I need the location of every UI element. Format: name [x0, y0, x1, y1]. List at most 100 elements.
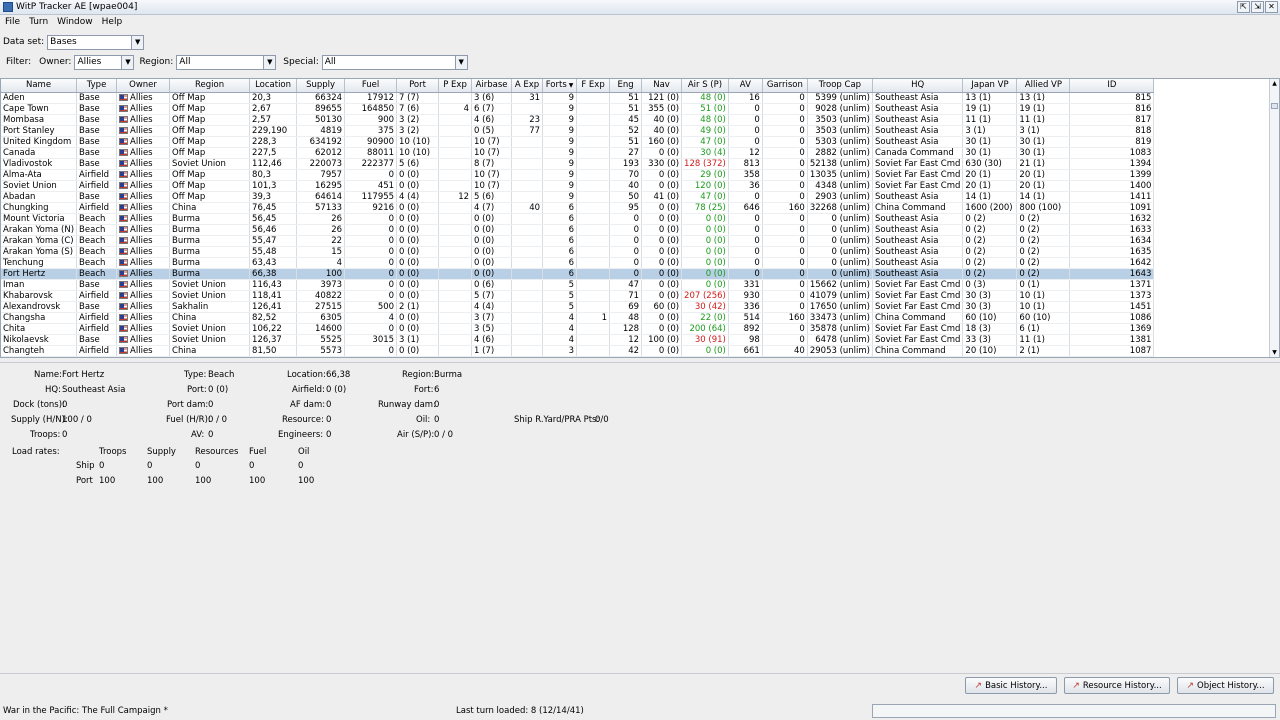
table-row[interactable]: Chihkiang Airfield Allies China 78,50 6 0 0 (0)… [1, 356, 1155, 358]
column-header-nav[interactable]: Nav [641, 79, 683, 93]
table-row[interactable]: Abadan Base Allies Off Map 39,3 64614 117955 4 … [1, 191, 1155, 203]
column-header-id[interactable]: ID [1069, 79, 1155, 93]
menu-help[interactable]: Help [102, 17, 123, 27]
maximize-icon[interactable]: ⇲ [1251, 1, 1264, 13]
cell-text: 0 [754, 125, 760, 136]
cell-airbase: 0 (0) [471, 257, 513, 269]
menu-window[interactable]: Window [57, 17, 93, 27]
column-header-garrison[interactable]: Garrison [762, 79, 808, 93]
table-row[interactable]: Fort Hertz Beach Allies Burma 66,38 100 0 0 (0)… [1, 268, 1155, 280]
scroll-down-icon[interactable]: ▼ [1270, 348, 1279, 357]
cell-troop-cap: 17650 (unlim) [807, 301, 874, 313]
cell-text: 9216 [372, 202, 395, 213]
cell-region: Burma [169, 246, 251, 258]
close-icon[interactable]: ✕ [1265, 1, 1278, 13]
cell-text: 63,43 [252, 257, 277, 268]
table-row[interactable]: Port Stanley Base Allies Off Map 229,190 4819… [1, 125, 1155, 137]
column-header-name[interactable]: Name [1, 79, 78, 93]
table-row[interactable]: Arakan Yoma (C) Beach Allies Burma 55,47 22 0 0… [1, 235, 1155, 247]
cell-nav: 0 (0) [641, 224, 683, 236]
cell-text: 10 (7) [474, 180, 500, 191]
table-row[interactable]: Arakan Yoma (N) Beach Allies Burma 56,46 26 0 0… [1, 224, 1155, 236]
column-header-supply[interactable]: Supply [296, 79, 346, 93]
resource-history-button[interactable]: ↗ Resource History... [1064, 677, 1170, 694]
table-row[interactable]: Chita Airfield Allies Soviet Union 106,22 146… [1, 323, 1155, 335]
column-header-fuel[interactable]: Fuel [344, 79, 398, 93]
cell-region: Soviet Union [169, 279, 251, 291]
table-row[interactable]: Alma-Ata Airfield Allies Off Map 80,3 7957 0 0 … [1, 169, 1155, 181]
table-row[interactable]: Khabarovsk Airfield Allies Soviet Union 118,… [1, 290, 1155, 302]
table-row[interactable]: Mount Victoria Beach Allies Burma 56,45 26 0 0 … [1, 213, 1155, 225]
owner-select[interactable]: Allies ▼ [74, 54, 135, 70]
cell-text: 11 (1) [965, 114, 991, 125]
cell-text: 207 (256) [684, 290, 726, 301]
table-row[interactable]: Iman Base Allies Soviet Union 116,43 3973 0 0 (… [1, 279, 1155, 291]
column-header-hq[interactable]: HQ [872, 79, 964, 93]
cell-region: Off Map [169, 191, 251, 203]
column-header-eng[interactable]: Eng [609, 79, 643, 93]
column-header-av[interactable]: AV [728, 79, 763, 93]
table-row[interactable]: Cape Town Base Allies Off Map 2,67 89655 16485… [1, 103, 1155, 115]
detail-port: 0 (0) [208, 385, 229, 395]
restore-icon[interactable]: ⇱ [1237, 1, 1250, 13]
table-row[interactable]: Tenchung Beach Allies Burma 63,43 4 0 0 (0) 0 (0… [1, 257, 1155, 269]
cell-a-exp [511, 191, 544, 203]
scroll-up-icon[interactable]: ▲ [1270, 79, 1279, 88]
table-row[interactable]: Aden Base Allies Off Map 20,3 66324 17912 7 (7)… [1, 92, 1155, 104]
cell-text: 1600 (200) [965, 202, 1013, 213]
region-select[interactable]: All ▼ [176, 54, 277, 70]
object-history-button[interactable]: ↗ Object History... [1177, 677, 1274, 694]
table-row[interactable]: United Kingdom Base Allies Off Map 228,3 6341… [1, 136, 1155, 148]
cell-eng: 45 [609, 114, 643, 126]
column-header-port[interactable]: Port [396, 79, 440, 93]
column-header-region[interactable]: Region [169, 79, 251, 93]
bases-table[interactable]: Name Type Owner Region Location Supply Fuel Por… [0, 78, 1280, 358]
cell-text: 121 (0) [648, 92, 680, 103]
cell-text: 229,190 [252, 125, 288, 136]
vertical-scrollbar[interactable]: ▲ ▼ [1269, 79, 1279, 357]
column-header-f-exp[interactable]: F Exp [576, 79, 611, 93]
column-header-a-exp[interactable]: A Exp [511, 79, 544, 93]
cell-text: China [172, 357, 196, 358]
table-row[interactable]: Mombasa Base Allies Off Map 2,57 50130 900 3 (2… [1, 114, 1155, 126]
table-row[interactable]: Nikolaevsk Base Allies Soviet Union 126,37 55… [1, 334, 1155, 346]
cell-id: 1633 [1069, 224, 1155, 236]
cell-text: Allies [130, 92, 153, 103]
table-row[interactable]: Changsha Airfield Allies China 82,52 6305 4 0 (… [1, 312, 1155, 324]
cell-text: 0 [799, 169, 805, 180]
cell-a-exp: 40 [511, 202, 544, 214]
column-header-forts[interactable]: Forts ▼ [542, 79, 578, 93]
cell-owner: Allies [116, 356, 171, 357]
column-header-troop-cap[interactable]: Troop Cap [807, 79, 874, 93]
basic-history-button[interactable]: ↗ Basic History... [965, 677, 1057, 694]
cell-text: 930 [743, 290, 760, 301]
cell-hq: Southeast Asia [872, 191, 964, 203]
cell-name: Aden [1, 92, 78, 104]
column-header-japan-vp[interactable]: Japan VP [962, 79, 1018, 93]
menu-turn[interactable]: Turn [29, 17, 48, 27]
special-select[interactable]: All ▼ [321, 54, 468, 70]
cell-text: 40822 [315, 290, 343, 301]
cell-id: 1087 [1069, 345, 1155, 357]
column-header-type[interactable]: Type [76, 79, 118, 93]
scroll-thumb[interactable] [1271, 103, 1278, 109]
column-header-owner[interactable]: Owner [116, 79, 171, 93]
column-header-allied-vp[interactable]: Allied VP [1016, 79, 1071, 93]
dataset-select[interactable]: Bases ▼ [47, 34, 145, 50]
table-row[interactable]: Vladivostok Base Allies Soviet Union 112,46 2… [1, 158, 1155, 170]
table-row[interactable]: Alexandrovsk Base Allies Sakhalin 126,41 2751… [1, 301, 1155, 313]
column-header-location[interactable]: Location [249, 79, 298, 93]
menu-file[interactable]: File [5, 17, 20, 27]
cell-text: 819 [1135, 136, 1152, 147]
cell-garrison: 0 [762, 235, 808, 247]
column-header-p-exp[interactable]: P Exp [438, 79, 473, 93]
table-row[interactable]: Canada Base Allies Off Map 227,5 62012 88011 10… [1, 147, 1155, 159]
table-row[interactable]: Soviet Union Airfield Allies Off Map 101,3 16… [1, 180, 1155, 192]
column-header-air-s-p[interactable]: Air S (P) [681, 79, 729, 93]
table-row[interactable]: Changteh Airfield Allies China 81,50 5573 0 0 (… [1, 345, 1155, 357]
column-header-airbase[interactable]: Airbase [471, 79, 513, 93]
cell-owner: Allies [116, 147, 171, 159]
cell-fuel: 451 [344, 180, 398, 192]
table-row[interactable]: Arakan Yoma (S) Beach Allies Burma 55,48 15 0 0… [1, 246, 1155, 258]
table-row[interactable]: Chungking Airfield Allies China 76,45 57133 92… [1, 202, 1155, 214]
